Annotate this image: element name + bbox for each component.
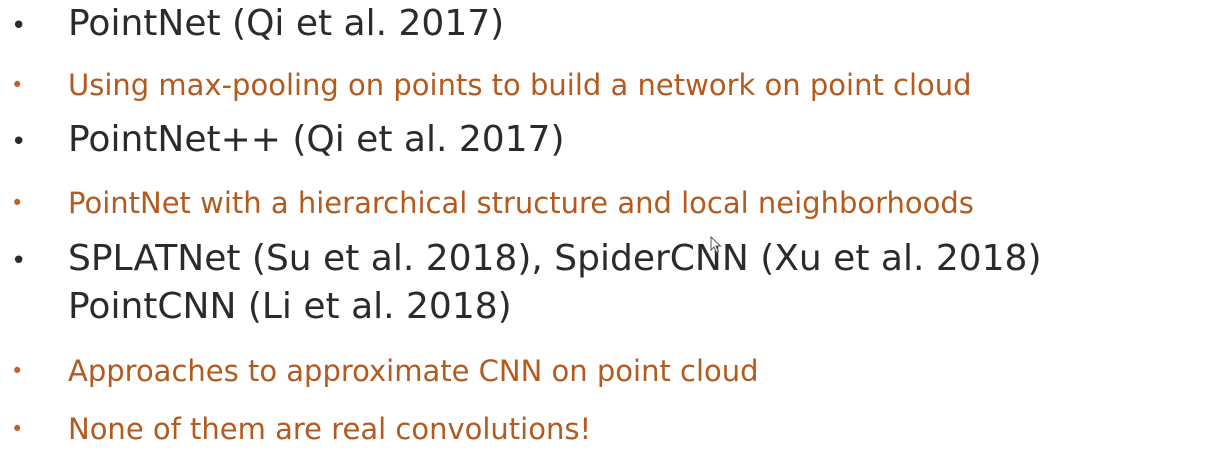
- slide: • PointNet (Qi et al. 2017) • Using max-…: [0, 0, 1222, 451]
- bullet-text: Using max-pooling on points to build a n…: [68, 68, 972, 102]
- bullet-text: PointNet (Qi et al. 2017): [68, 3, 505, 44]
- bullet-marker: •: [11, 417, 24, 441]
- bullet-marker: •: [11, 127, 27, 157]
- bullet-text: Approaches to approximate CNN on point c…: [68, 354, 759, 388]
- bullet-marker: •: [11, 191, 24, 215]
- bullet-marker: •: [11, 246, 27, 276]
- bullet-marker: •: [11, 11, 27, 41]
- bullet-text: PointCNN (Li et al. 2018): [68, 286, 512, 327]
- bullet-text: None of them are real convolutions!: [68, 412, 592, 446]
- bullet-marker: •: [11, 73, 24, 97]
- bullet-text: PointNet with a hierarchical structure a…: [68, 186, 974, 220]
- bullet-text: PointNet++ (Qi et al. 2017): [68, 119, 565, 160]
- bullet-text: SPLATNet (Su et al. 2018), SpiderCNN (Xu…: [68, 238, 1042, 279]
- mouse-pointer-icon: [710, 236, 722, 254]
- bullet-marker: •: [11, 359, 24, 383]
